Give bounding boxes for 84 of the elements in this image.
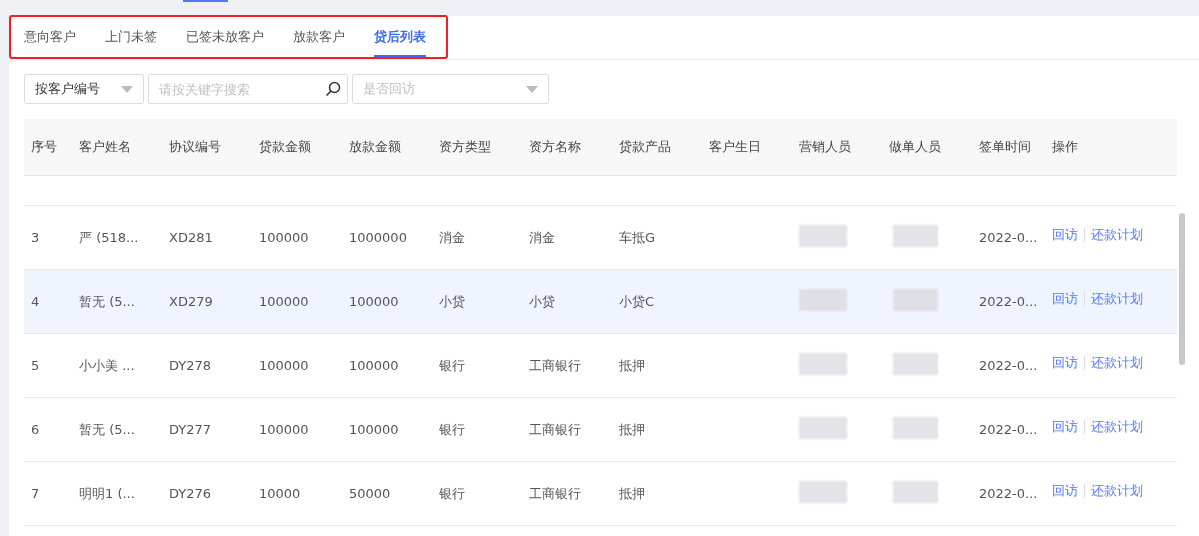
action-link[interactable]: 回访: [1052, 353, 1078, 372]
table-cell-text: 10000: [259, 486, 302, 501]
table-cell-text: 抵押: [619, 484, 646, 503]
caret-icon: [526, 85, 538, 93]
scrollbar[interactable]: [1179, 213, 1185, 365]
action-link[interactable]: 回访: [1052, 289, 1078, 308]
column-header: 客户姓名: [79, 138, 132, 156]
action-link[interactable]: 还款计划: [1091, 353, 1143, 372]
table-cell-text: 2022-0...: [979, 230, 1039, 245]
search-field[interactable]: 请按关键字搜索: [148, 74, 348, 104]
column-header: 做单人员: [889, 138, 942, 156]
table-cell-text: 100000: [349, 422, 400, 437]
column-header: 协议编号: [169, 138, 222, 156]
table-cell-text: 100000: [349, 294, 400, 309]
table-row[interactable]: 5 小小美 ... DY278 100000 100000 银行 工商银行 抵押 2022-0... 回访 还款计划: [24, 334, 1177, 398]
table-cell-text: 明明1 (...: [79, 484, 136, 503]
table-cell-text: 小小美 ...: [79, 356, 136, 375]
table-row[interactable]: 4 暂无 (5... XD279 100000 100000 小贷 小贷 小贷C 2022-0... 回访 还款计划: [24, 270, 1177, 334]
table-cell-text: 3: [30, 230, 41, 245]
table-cell-text: 2022-0...: [979, 358, 1039, 373]
table-cell-text: 2022-0...: [979, 294, 1039, 309]
table-cell-text: 工商银行: [529, 356, 582, 375]
table-cell-text: 工商银行: [529, 484, 582, 503]
table-cell-text: 车抵G: [619, 228, 657, 247]
table-cell-text: 抵押: [619, 420, 646, 439]
table-cell-text: 7: [30, 486, 41, 501]
table-cell-text: XD281: [169, 230, 214, 245]
table-cell-text: 消金: [529, 228, 556, 247]
table-cell-text: 银行: [439, 420, 466, 439]
search-icon: [325, 81, 341, 97]
search-type-select[interactable]: 按客户编号: [24, 74, 144, 104]
table-cell-text: DY278: [169, 358, 213, 373]
column-header: 贷款金额: [259, 138, 312, 156]
table-cell-text: 100000: [349, 358, 400, 373]
column-header: 贷款产品: [619, 138, 672, 156]
tab[interactable]: 贷后列表: [374, 17, 426, 57]
table-cell-text: 银行: [439, 356, 466, 375]
column-header: 资方类型: [439, 138, 492, 156]
table-cell-text: 小贷: [439, 292, 466, 311]
table-cell-text: 100000: [259, 294, 310, 309]
table-cell-text: 50000: [349, 486, 392, 501]
column-header: 资方名称: [529, 138, 582, 156]
table-cell-text: 小贷C: [619, 292, 656, 311]
action-link[interactable]: 还款计划: [1091, 289, 1143, 308]
column-header: 客户生日: [709, 138, 762, 156]
action-link[interactable]: 回访: [1052, 481, 1078, 500]
caret-icon: [121, 85, 133, 93]
table-cell-text: XD279: [169, 294, 214, 309]
table-cell-text: 6: [30, 422, 41, 437]
action-link[interactable]: 还款计划: [1091, 225, 1143, 244]
table-cell-text: 2022-0...: [979, 422, 1039, 437]
table-cell-text: 1000000: [349, 230, 408, 245]
table-cell-text: 5: [30, 358, 41, 373]
action-link[interactable]: 还款计划: [1091, 417, 1143, 436]
column-header: 营销人员: [799, 138, 852, 156]
table-cell-text: 100000: [259, 358, 310, 373]
column-header: 操作: [1052, 138, 1079, 156]
action-link[interactable]: 还款计划: [1091, 481, 1143, 500]
tab[interactable]: 上门未签: [105, 17, 157, 57]
nav-indicator: [183, 0, 228, 2]
tab[interactable]: 意向客户: [24, 17, 76, 57]
action-link[interactable]: 回访: [1052, 225, 1078, 244]
table-cell-text: 2022-0...: [979, 486, 1039, 501]
table-cell-text: 工商银行: [529, 420, 582, 439]
table-cell-text: 暂无 (5...: [79, 292, 136, 311]
column-header: 放款金额: [349, 138, 402, 156]
action-link[interactable]: 回访: [1052, 417, 1078, 436]
tab[interactable]: 放款客户: [293, 17, 345, 57]
table-row[interactable]: 7 明明1 (... DY276 10000 50000 银行 工商银行 抵押 2022-0... 回访 还款计划: [24, 462, 1177, 526]
table-cell-text: 抵押: [619, 356, 646, 375]
table-cell-text: DY277: [169, 422, 213, 437]
column-header: 签单时间: [979, 138, 1032, 156]
column-header: 序号: [30, 138, 58, 156]
table-cell-text: 消金: [439, 228, 466, 247]
table-row[interactable]: 6 暂无 (5... DY277 100000 100000 银行 工商银行 抵押 2022-0... 回访 还款计划: [24, 398, 1177, 462]
table-cell-text: 暂无 (5...: [79, 420, 136, 439]
tab[interactable]: 已签未放客户: [186, 17, 264, 57]
table-cell-text: 严 (518...: [79, 228, 140, 247]
table-cell-text: 小贷: [529, 292, 556, 311]
table-cell-text: 100000: [259, 230, 310, 245]
table-cell-text: 100000: [259, 422, 310, 437]
table-cell-text: 4: [30, 294, 41, 309]
table-cell-text: 银行: [439, 484, 466, 503]
table-cell-text: DY276: [169, 486, 213, 501]
